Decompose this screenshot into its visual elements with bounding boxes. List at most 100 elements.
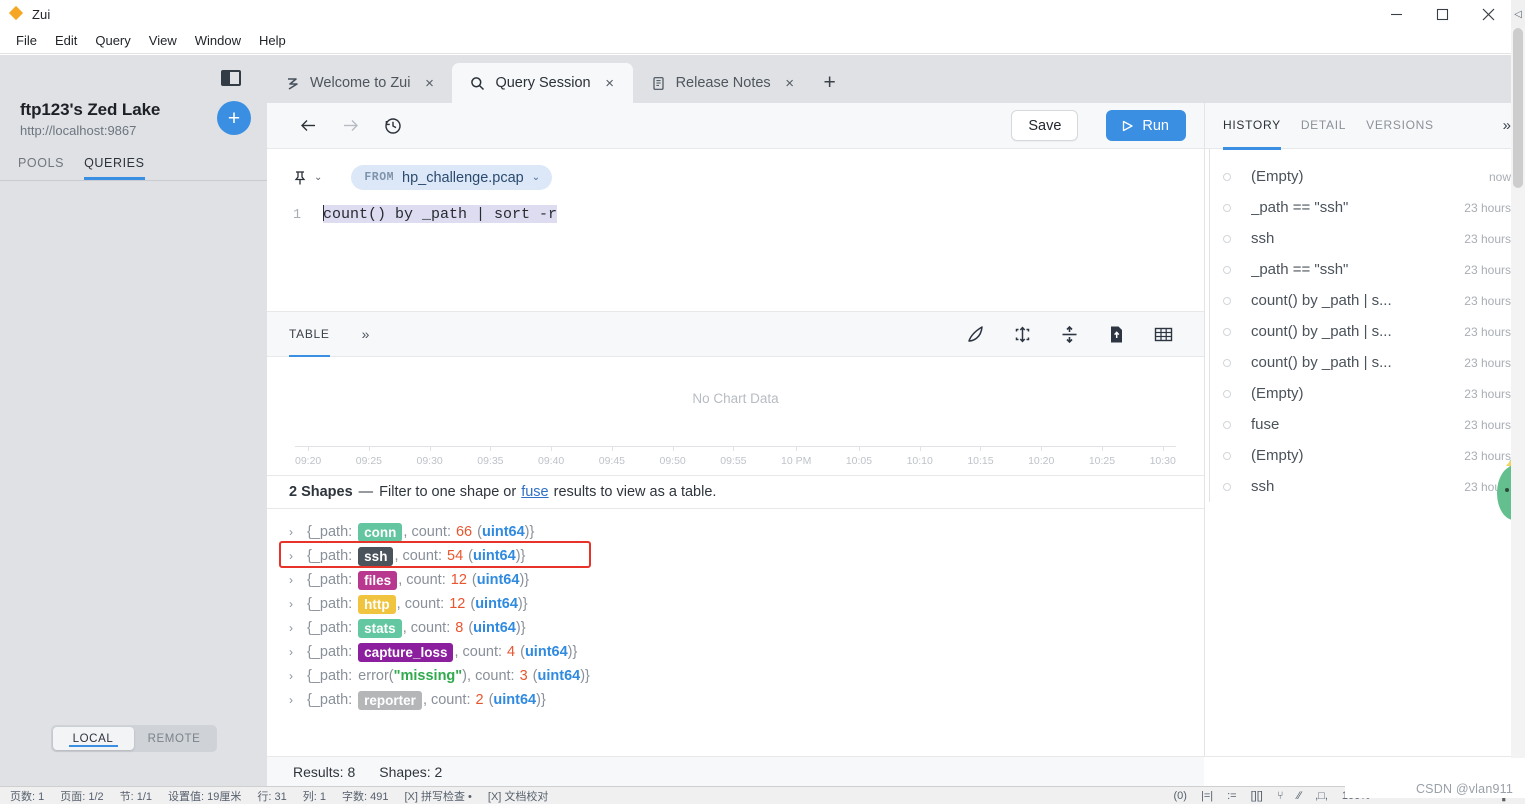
table-row[interactable]: › {_path: error( "missing" ) , count: 3 … bbox=[289, 664, 1204, 688]
pin-icon[interactable] bbox=[293, 170, 307, 186]
row-expand-chevron-icon[interactable]: › bbox=[289, 597, 307, 611]
results-count-label: Results: 8 bbox=[293, 763, 356, 780]
list-item[interactable]: fuse 23 hours bbox=[1223, 409, 1511, 440]
export-file-icon[interactable] bbox=[1106, 324, 1127, 345]
tab-release-notes[interactable]: Release Notes × bbox=[633, 63, 813, 103]
menu-query[interactable]: Query bbox=[87, 30, 138, 51]
table-row[interactable]: › {_path: reporter , count: 2 ( uint64 )… bbox=[289, 688, 1204, 712]
maximize-icon[interactable] bbox=[1419, 0, 1465, 28]
zui-app-window: Zui ◁ File Edit Query View Window Help f… bbox=[0, 0, 1525, 804]
tab-versions[interactable]: VERSIONS bbox=[1366, 104, 1434, 150]
add-pool-button[interactable]: + bbox=[217, 101, 251, 135]
table-row[interactable]: › {_path: http , count: 12 ( uint64 )} bbox=[289, 592, 1204, 616]
menu-file[interactable]: File bbox=[8, 30, 45, 51]
sidebar-tabs: POOLS QUERIES bbox=[0, 138, 267, 181]
tab-welcome-to-zui[interactable]: Welcome to Zui × bbox=[267, 63, 452, 103]
play-icon bbox=[1120, 119, 1134, 133]
history-label: count() by _path | s... bbox=[1251, 354, 1392, 371]
save-button[interactable]: Save bbox=[1011, 110, 1079, 141]
window-scrollbar[interactable] bbox=[1511, 28, 1525, 758]
split-view-icon[interactable] bbox=[1059, 324, 1080, 345]
x-tick: 10:15 bbox=[967, 446, 994, 467]
list-item[interactable]: count() by _path | s... 23 hours bbox=[1223, 347, 1511, 378]
local-toggle-button[interactable]: LOCAL bbox=[52, 727, 134, 750]
table-row[interactable]: › {_path: capture_loss , count: 4 ( uint… bbox=[289, 640, 1204, 664]
menu-help[interactable]: Help bbox=[251, 30, 294, 51]
tab-query-session[interactable]: Query Session × bbox=[452, 63, 633, 103]
clock-history-icon[interactable] bbox=[379, 113, 405, 139]
list-item[interactable]: (Empty) now bbox=[1223, 161, 1511, 192]
remote-toggle-button[interactable]: REMOTE bbox=[134, 727, 215, 750]
arrow-right-icon[interactable] bbox=[337, 113, 363, 139]
tab-history[interactable]: HISTORY bbox=[1223, 104, 1281, 150]
table-row[interactable]: › {_path: ssh , count: 54 ( uint64 )} bbox=[279, 541, 1204, 568]
row-expand-chevron-icon[interactable]: › bbox=[289, 573, 307, 587]
row-expand-chevron-icon[interactable]: › bbox=[289, 693, 307, 707]
minimize-icon[interactable] bbox=[1373, 0, 1419, 28]
menu-edit[interactable]: Edit bbox=[47, 30, 85, 51]
shapes-count-label: 2 Shapes bbox=[289, 484, 353, 500]
list-item[interactable]: _path == "ssh" 23 hours bbox=[1223, 254, 1511, 285]
tab-label: Welcome to Zui bbox=[310, 75, 411, 91]
expand-collapse-icon[interactable] bbox=[1012, 324, 1033, 345]
panel-layout-icon[interactable] bbox=[221, 69, 241, 86]
sidebar-tab-pools[interactable]: POOLS bbox=[18, 156, 64, 180]
sidebar-tab-queries[interactable]: QUERIES bbox=[84, 156, 145, 180]
row-count-label: , count: bbox=[396, 596, 445, 612]
x-tick: 10:20 bbox=[1028, 446, 1055, 467]
expand-panel-chevron-icon[interactable]: » bbox=[1503, 117, 1511, 134]
query-text[interactable]: count() by _path | sort -r bbox=[323, 205, 558, 223]
history-label: fuse bbox=[1251, 416, 1280, 433]
x-tick: 09:55 bbox=[720, 446, 747, 467]
tab-detail[interactable]: DETAIL bbox=[1301, 104, 1346, 150]
sidebar-query-list[interactable] bbox=[0, 181, 267, 725]
lake-name: ftp123's Zed Lake bbox=[20, 100, 161, 119]
run-button[interactable]: Run bbox=[1106, 110, 1186, 141]
results-tab-table[interactable]: TABLE bbox=[289, 312, 330, 358]
list-item[interactable]: ssh 23 hours bbox=[1223, 471, 1511, 502]
tab-close-icon[interactable]: × bbox=[781, 74, 799, 92]
list-item[interactable]: (Empty) 23 hours bbox=[1223, 440, 1511, 471]
pin-chevron-down-icon[interactable]: ⌄ bbox=[314, 172, 322, 183]
x-tick: 09:25 bbox=[355, 446, 383, 467]
pool-chevron-down-icon[interactable]: ⌄ bbox=[532, 172, 540, 183]
list-item[interactable]: _path == "ssh" 23 hours bbox=[1223, 192, 1511, 223]
history-dot-icon bbox=[1223, 203, 1231, 212]
table-view-icon[interactable] bbox=[1153, 324, 1174, 345]
fuse-link[interactable]: fuse bbox=[521, 484, 548, 500]
query-editor[interactable]: ⌄ FROM hp_challenge.pcap ⌄ 1 count() by … bbox=[267, 149, 1204, 311]
list-item[interactable]: ssh 23 hours bbox=[1223, 223, 1511, 254]
arrow-left-icon[interactable] bbox=[295, 113, 321, 139]
row-type: uint64 bbox=[524, 644, 568, 660]
results-more-chevron-icon[interactable]: » bbox=[362, 326, 370, 342]
row-expand-chevron-icon[interactable]: › bbox=[289, 669, 307, 683]
new-tab-button[interactable]: + bbox=[813, 63, 847, 103]
row-expand-chevron-icon[interactable]: › bbox=[289, 645, 307, 659]
list-item[interactable]: count() by _path | s... 23 hours bbox=[1223, 316, 1511, 347]
menu-window[interactable]: Window bbox=[187, 30, 249, 51]
row-count-value: 54 bbox=[447, 548, 464, 564]
os-status-item: 列: 1 bbox=[302, 790, 326, 803]
list-item[interactable]: (Empty) 23 hours bbox=[1223, 378, 1511, 409]
tab-close-icon[interactable]: × bbox=[601, 74, 619, 92]
history-label: ssh bbox=[1251, 230, 1275, 247]
row-expand-chevron-icon[interactable]: › bbox=[289, 621, 307, 635]
menu-view[interactable]: View bbox=[141, 30, 185, 51]
scrollbar-thumb[interactable] bbox=[1513, 28, 1523, 188]
row-type: uint64 bbox=[472, 548, 516, 564]
results-toolbar: TABLE » bbox=[267, 311, 1204, 358]
pool-pill[interactable]: FROM hp_challenge.pcap ⌄ bbox=[351, 165, 553, 190]
row-expand-chevron-icon[interactable]: › bbox=[289, 525, 307, 539]
table-row[interactable]: › {_path: conn , count: 66 ( uint64 )} bbox=[289, 520, 1204, 544]
close-icon[interactable] bbox=[1465, 0, 1511, 28]
row-expand-chevron-icon[interactable]: › bbox=[289, 549, 307, 563]
row-count-value: 3 bbox=[519, 668, 528, 684]
list-item[interactable]: count() by _path | s... 23 hours bbox=[1223, 285, 1511, 316]
tab-close-icon[interactable]: × bbox=[420, 74, 438, 92]
table-row[interactable]: › {_path: stats , count: 8 ( uint64 )} bbox=[289, 616, 1204, 640]
table-row[interactable]: › {_path: files , count: 12 ( uint64 )} bbox=[289, 568, 1204, 592]
row-field-label: {_path: bbox=[307, 668, 353, 684]
brimcap-shark-fin-icon[interactable] bbox=[965, 324, 986, 345]
row-count-value: 66 bbox=[455, 524, 473, 540]
os-status-item: ∕∕ bbox=[1297, 789, 1302, 802]
